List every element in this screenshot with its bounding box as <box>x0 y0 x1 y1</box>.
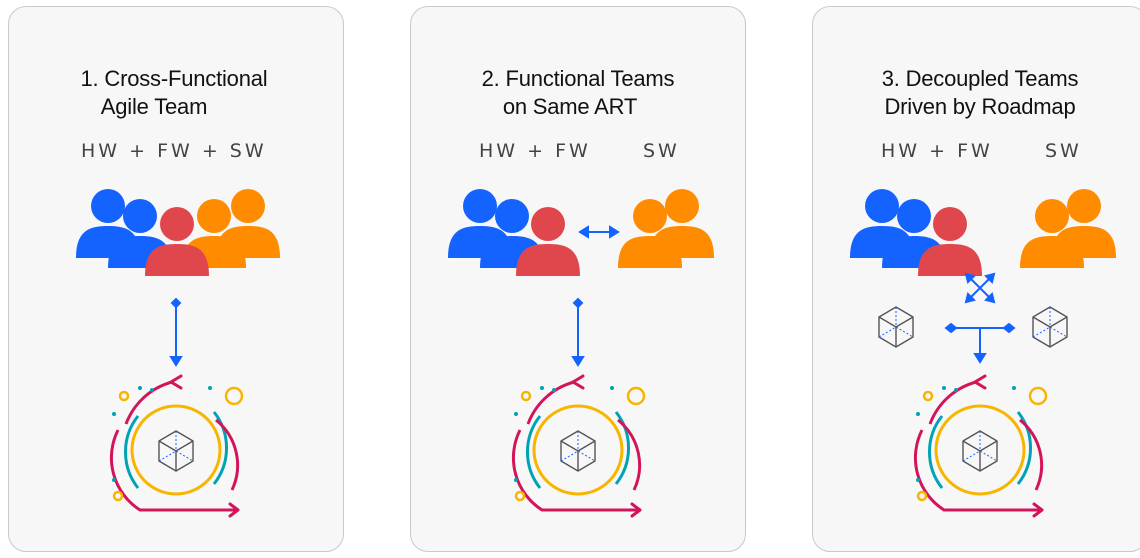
cube-icon <box>878 306 914 348</box>
people-icon-sw <box>1020 189 1116 268</box>
people-icon-hw-fw <box>448 189 580 276</box>
people-icon-sw <box>618 189 714 268</box>
bidirectional-arrow-icon <box>170 298 182 366</box>
iteration-cycle-icon <box>513 376 644 518</box>
people-icon <box>76 189 280 276</box>
people-icon-hw-fw <box>850 189 982 276</box>
cube-icon <box>1032 306 1068 348</box>
bidirectional-arrow-icon <box>944 322 1016 364</box>
bidirectional-arrow-icon <box>572 298 584 366</box>
diagram-artwork <box>76 189 1116 558</box>
bidirectional-arrow-icon <box>578 225 620 239</box>
iteration-cycle-icon <box>111 376 242 518</box>
iteration-cycle-icon <box>915 376 1046 518</box>
cross-arrow-icon <box>964 272 996 304</box>
